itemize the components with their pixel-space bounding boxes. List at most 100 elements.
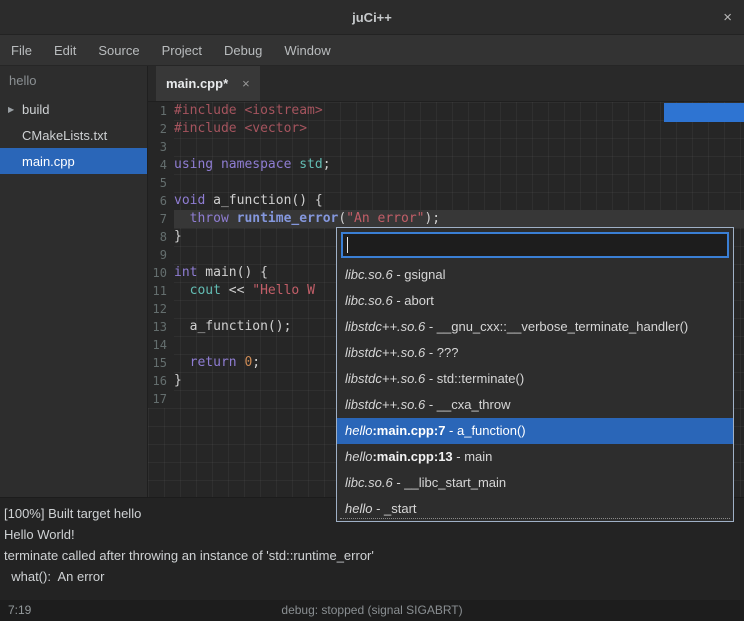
code-text[interactable]: #include <iostream>: [174, 102, 744, 120]
code-text[interactable]: using namespace std;: [174, 156, 744, 174]
frame-library: libstdc++.so.6: [345, 371, 425, 386]
code-token: "Hello W: [252, 283, 315, 298]
tab-label: main.cpp*: [166, 76, 228, 91]
sidebar-item-build[interactable]: ▶build: [0, 96, 147, 122]
line-number: 16: [148, 372, 174, 390]
frame-library: hello: [345, 501, 372, 516]
stack-frame-item[interactable]: libc.so.6 - gsignal: [337, 262, 733, 288]
menubar: FileEditSourceProjectDebugWindow: [0, 35, 744, 66]
stack-frame-popup: libc.so.6 - gsignallibc.so.6 - abortlibs…: [336, 227, 734, 522]
frame-location: :main.cpp:7: [372, 423, 445, 438]
stack-frame-item[interactable]: libstdc++.so.6 - std::terminate(): [337, 366, 733, 392]
tabbar: main.cpp* ×: [148, 66, 744, 102]
list-overflow-indicator: [340, 518, 730, 519]
code-token: ;: [323, 157, 331, 172]
code-token: a_function() {: [205, 193, 322, 208]
code-token: a_function();: [174, 319, 291, 334]
line-number: 6: [148, 192, 174, 210]
frame-function: - gsignal: [393, 267, 446, 282]
expander-icon[interactable]: ▶: [8, 105, 22, 114]
frame-library: libstdc++.so.6: [345, 397, 425, 412]
frame-library: libstdc++.so.6: [345, 319, 425, 334]
titlebar: juCi++ ×: [0, 0, 744, 35]
line-number: 14: [148, 336, 174, 354]
close-window-icon[interactable]: ×: [723, 0, 732, 35]
console-line: terminate called after throwing an insta…: [4, 545, 744, 566]
line-number: 12: [148, 300, 174, 318]
text-cursor: [347, 237, 348, 253]
menu-window[interactable]: Window: [273, 35, 341, 65]
line-number: 9: [148, 246, 174, 264]
code-token: using namespace: [174, 157, 291, 172]
code-token: [174, 283, 190, 298]
stack-frame-item[interactable]: libstdc++.so.6 - __gnu_cxx::__verbose_te…: [337, 314, 733, 340]
frame-library: libstdc++.so.6: [345, 345, 425, 360]
file-tree-sidebar: hello ▶build CMakeLists.txt main.cpp: [0, 66, 148, 497]
frame-library: hello: [345, 423, 372, 438]
code-token: [229, 211, 237, 226]
frame-function: - __libc_start_main: [393, 475, 506, 490]
frame-function: - abort: [393, 293, 434, 308]
jucipp-window: juCi++ × FileEditSourceProjectDebugWindo…: [0, 0, 744, 621]
popup-search-input[interactable]: [341, 232, 729, 258]
stack-frame-item[interactable]: hello:main.cpp:7 - a_function(): [337, 418, 733, 444]
code-token: throw: [190, 211, 229, 226]
frame-function: - __gnu_cxx::__verbose_terminate_handler…: [425, 319, 688, 334]
stack-frame-item[interactable]: libstdc++.so.6 - ???: [337, 340, 733, 366]
code-token: void: [174, 193, 205, 208]
code-text[interactable]: #include <vector>: [174, 120, 744, 138]
code-text[interactable]: throw runtime_error("An error");: [174, 210, 744, 228]
menu-source[interactable]: Source: [87, 35, 150, 65]
code-token: return: [190, 355, 237, 370]
line-number: 1: [148, 102, 174, 120]
line-number: 3: [148, 138, 174, 156]
line-number: 2: [148, 120, 174, 138]
editor-line-7: 7 throw runtime_error("An error");: [148, 210, 744, 228]
code-text[interactable]: [174, 174, 744, 192]
line-number: 5: [148, 174, 174, 192]
stack-frame-item[interactable]: hello:main.cpp:13 - main: [337, 444, 733, 470]
window-title: juCi++: [0, 0, 744, 35]
menu-file[interactable]: File: [0, 35, 43, 65]
code-token: );: [424, 211, 440, 226]
sidebar-item-label: main.cpp: [22, 154, 75, 169]
stack-frame-item[interactable]: libc.so.6 - __libc_start_main: [337, 470, 733, 496]
frame-library: libc.so.6: [345, 267, 393, 282]
stack-frame-list: libc.so.6 - gsignallibc.so.6 - abortlibs…: [337, 262, 733, 522]
line-number: 17: [148, 390, 174, 408]
code-token: [174, 211, 190, 226]
code-token: #include <iostream>: [174, 103, 323, 118]
stack-frame-item[interactable]: libstdc++.so.6 - __cxa_throw: [337, 392, 733, 418]
menu-project[interactable]: Project: [151, 35, 213, 65]
sidebar-item-cmakelists-txt[interactable]: CMakeLists.txt: [0, 122, 147, 148]
project-name: hello: [0, 66, 147, 96]
code-token: main() {: [197, 265, 267, 280]
editor-line-2: 2#include <vector>: [148, 120, 744, 138]
sidebar-item-main-cpp[interactable]: main.cpp: [0, 148, 147, 174]
editor-line-1: 1#include <iostream>: [148, 102, 744, 120]
code-token: cout: [190, 283, 221, 298]
code-token: std: [299, 157, 322, 172]
sidebar-item-label: build: [22, 102, 49, 117]
line-number: 8: [148, 228, 174, 246]
scrollbar-thumb[interactable]: [664, 103, 744, 122]
statusbar: 7:19 debug: stopped (signal SIGABRT): [0, 600, 744, 621]
code-text[interactable]: [174, 138, 744, 156]
tab-close-icon[interactable]: ×: [242, 76, 250, 91]
editor-line-6: 6void a_function() {: [148, 192, 744, 210]
sidebar-item-label: CMakeLists.txt: [22, 128, 107, 143]
line-number: 10: [148, 264, 174, 282]
frame-function: - ???: [425, 345, 458, 360]
editor-line-5: 5: [148, 174, 744, 192]
menu-edit[interactable]: Edit: [43, 35, 87, 65]
code-text[interactable]: void a_function() {: [174, 192, 744, 210]
code-token: "An error": [346, 211, 424, 226]
menu-debug[interactable]: Debug: [213, 35, 273, 65]
code-token: }: [174, 229, 182, 244]
frame-function: - _start: [372, 501, 416, 516]
stack-frame-item[interactable]: libc.so.6 - abort: [337, 288, 733, 314]
frame-location: :main.cpp:13: [372, 449, 452, 464]
line-number: 7: [148, 210, 174, 228]
frame-function: - a_function(): [445, 423, 525, 438]
tab-main-cpp[interactable]: main.cpp* ×: [156, 66, 260, 101]
